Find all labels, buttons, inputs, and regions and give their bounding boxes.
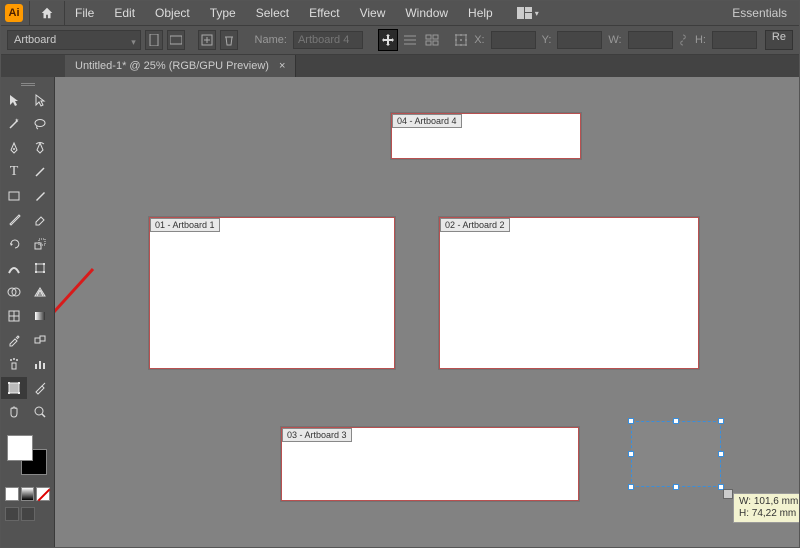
artboard-origin-indicator <box>723 489 733 499</box>
new-artboard-selection[interactable] <box>631 421 721 487</box>
pen-tool[interactable] <box>1 137 27 159</box>
selection-handle[interactable] <box>673 484 679 490</box>
h-value-input[interactable] <box>712 31 757 49</box>
selection-handle[interactable] <box>628 418 634 424</box>
shape-builder-tool[interactable] <box>1 281 27 303</box>
home-button[interactable] <box>29 1 65 25</box>
selection-handle[interactable] <box>628 484 634 490</box>
slice-tool[interactable] <box>27 377 53 399</box>
control-bar: Artboard Name: X: Y: W: H: Re <box>1 25 799 55</box>
rectangle-tool[interactable] <box>1 185 27 207</box>
normal-screen-mode-button[interactable] <box>5 507 19 521</box>
column-graph-tool[interactable] <box>27 353 53 375</box>
tooltip-w: W: 101,6 mm <box>739 496 798 507</box>
mesh-tool[interactable] <box>1 305 27 327</box>
selection-handle[interactable] <box>718 418 724 424</box>
type-tool[interactable]: T <box>1 161 27 183</box>
workspace-switcher[interactable]: Essentials <box>720 6 799 20</box>
rearrange-artboards-button[interactable] <box>423 30 441 50</box>
eyedropper-tool[interactable] <box>1 329 27 351</box>
canvas-area[interactable]: 04 - Artboard 4 01 - Artboard 1 02 - Artbo… <box>55 77 799 547</box>
h-label: H: <box>693 34 708 46</box>
menu-view[interactable]: View <box>350 1 396 25</box>
gradient-mode-button[interactable] <box>21 487 35 501</box>
delete-artboard-button[interactable] <box>220 30 238 50</box>
artboard-01[interactable]: 01 - Artboard 1 <box>149 217 395 369</box>
artboard-name-input[interactable] <box>293 31 363 49</box>
move-artwork-with-artboard-button[interactable] <box>378 29 398 51</box>
menu-window[interactable]: Window <box>395 1 458 25</box>
panel-grip-icon[interactable] <box>21 83 35 86</box>
selection-handle[interactable] <box>673 418 679 424</box>
menu-edit[interactable]: Edit <box>104 1 145 25</box>
fill-swatch[interactable] <box>7 435 33 461</box>
close-tab-button[interactable]: × <box>279 60 285 72</box>
zoom-tool[interactable] <box>27 401 53 423</box>
none-mode-button[interactable] <box>36 487 50 501</box>
artboard-03[interactable]: 03 - Artboard 3 <box>281 427 579 501</box>
eraser-tool[interactable] <box>27 209 53 231</box>
annotation-arrow <box>55 257 105 357</box>
artboard-label: 02 - Artboard 2 <box>440 218 510 232</box>
menu-effect[interactable]: Effect <box>299 1 349 25</box>
y-value-input[interactable] <box>557 31 602 49</box>
menu-type[interactable]: Type <box>200 1 246 25</box>
color-mode-button[interactable] <box>5 487 19 501</box>
orientation-landscape-button[interactable] <box>167 30 185 50</box>
width-tool[interactable] <box>1 257 27 279</box>
fill-stroke-swatches[interactable] <box>1 433 54 483</box>
w-value-input[interactable] <box>628 31 673 49</box>
artboard-name-label: Name: <box>253 34 289 46</box>
arrange-documents-button[interactable]: ▾ <box>517 5 539 21</box>
constrain-proportions-icon[interactable] <box>677 30 689 50</box>
menu-object[interactable]: Object <box>145 1 200 25</box>
perspective-grid-tool[interactable] <box>27 281 53 303</box>
artboard-label: 03 - Artboard 3 <box>282 428 352 442</box>
gradient-tool[interactable] <box>27 305 53 327</box>
artboard-label: 04 - Artboard 4 <box>392 114 462 128</box>
line-segment-tool[interactable] <box>27 161 53 183</box>
reference-point-icon[interactable] <box>454 30 468 50</box>
tool-panel: T <box>1 77 55 547</box>
menu-help[interactable]: Help <box>458 1 503 25</box>
x-label: X: <box>472 34 486 46</box>
artboard-label: 01 - Artboard 1 <box>150 218 220 232</box>
direct-selection-tool[interactable] <box>27 89 53 111</box>
document-tab-bar: Untitled-1* @ 25% (RGB/GPU Preview) × <box>1 55 799 77</box>
w-label: W: <box>606 34 623 46</box>
blend-tool[interactable] <box>27 329 53 351</box>
new-artboard-button[interactable] <box>198 30 216 50</box>
lasso-tool[interactable] <box>27 113 53 135</box>
orientation-portrait-button[interactable] <box>145 30 163 50</box>
document-tab[interactable]: Untitled-1* @ 25% (RGB/GPU Preview) × <box>65 55 296 77</box>
paintbrush-tool[interactable] <box>27 185 53 207</box>
selection-handle[interactable] <box>718 451 724 457</box>
menu-file[interactable]: File <box>65 1 104 25</box>
dimension-tooltip: W: 101,6 mm H: 74,22 mm <box>733 493 799 523</box>
scale-tool[interactable] <box>27 233 53 255</box>
magic-wand-tool[interactable] <box>1 113 27 135</box>
curvature-tool[interactable] <box>27 137 53 159</box>
artboard-tool[interactable] <box>1 377 27 399</box>
artboard-02[interactable]: 02 - Artboard 2 <box>439 217 699 369</box>
x-value-input[interactable] <box>491 31 536 49</box>
document-tab-title: Untitled-1* @ 25% (RGB/GPU Preview) <box>75 60 269 72</box>
full-screen-mode-button[interactable] <box>21 507 35 521</box>
y-label: Y: <box>540 34 554 46</box>
shaper-tool[interactable] <box>1 209 27 231</box>
free-transform-tool[interactable] <box>27 257 53 279</box>
rearrange-all-button[interactable]: Re <box>765 30 793 50</box>
app-logo: Ai <box>5 4 23 22</box>
artboard-options-button[interactable] <box>402 30 420 50</box>
tooltip-h: H: 74,22 mm <box>739 508 796 519</box>
menu-select[interactable]: Select <box>246 1 299 25</box>
menu-bar: Ai File Edit Object Type Select Effect V… <box>1 1 799 25</box>
selection-tool[interactable] <box>1 89 27 111</box>
artboard-preset-dropdown[interactable]: Artboard <box>7 30 141 50</box>
symbol-sprayer-tool[interactable] <box>1 353 27 375</box>
hand-tool[interactable] <box>1 401 27 423</box>
selection-handle[interactable] <box>628 451 634 457</box>
rotate-tool[interactable] <box>1 233 27 255</box>
artboard-04[interactable]: 04 - Artboard 4 <box>391 113 581 159</box>
